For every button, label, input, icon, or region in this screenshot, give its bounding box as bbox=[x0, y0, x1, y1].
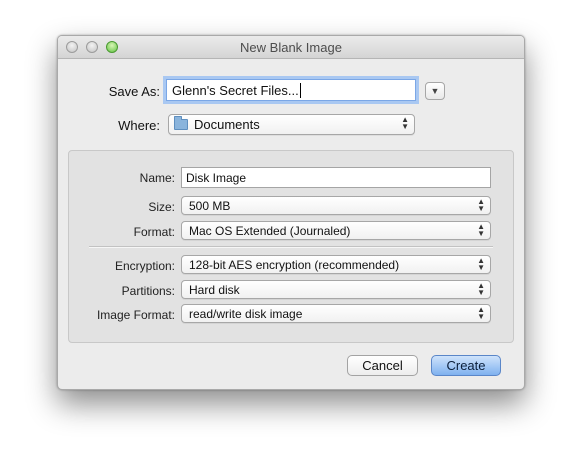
save-as-input[interactable]: Glenn's Secret Files... bbox=[166, 79, 416, 101]
partitions-label: Partitions: bbox=[121, 284, 175, 298]
where-popup[interactable]: Documents ▲ ▼ bbox=[168, 114, 415, 135]
where-label: Where: bbox=[118, 118, 160, 133]
up-down-arrows-icon: ▲ ▼ bbox=[477, 281, 485, 297]
encryption-popup[interactable]: 128-bit AES encryption (recommended) ▲ ▼ bbox=[181, 255, 491, 274]
up-down-arrows-icon: ▲ ▼ bbox=[477, 305, 485, 321]
encryption-label: Encryption: bbox=[114, 259, 175, 273]
save-as-value: Glenn's Secret Files... bbox=[172, 83, 299, 98]
image-format-value: read/write disk image bbox=[189, 307, 303, 321]
save-as-label: Save As: bbox=[108, 84, 160, 99]
up-down-arrows-icon: ▲ ▼ bbox=[477, 197, 485, 213]
partitions-value: Hard disk bbox=[189, 283, 240, 297]
name-label: Name: bbox=[139, 171, 175, 185]
title-bar[interactable]: New Blank Image bbox=[58, 36, 524, 59]
image-format-popup[interactable]: read/write disk image ▲ ▼ bbox=[181, 304, 491, 323]
format-popup[interactable]: Mac OS Extended (Journaled) ▲ ▼ bbox=[181, 221, 491, 240]
where-value: Documents bbox=[194, 117, 260, 132]
folder-icon bbox=[174, 116, 188, 130]
format-label: Format: bbox=[133, 225, 175, 239]
name-value: Disk Image bbox=[186, 171, 247, 185]
chevron-down-icon: ▼ bbox=[430, 86, 440, 96]
up-down-arrows-icon: ▲ ▼ bbox=[401, 115, 409, 131]
up-down-arrows-icon: ▲ ▼ bbox=[477, 222, 485, 238]
format-value: Mac OS Extended (Journaled) bbox=[189, 224, 351, 238]
cancel-button[interactable]: Cancel bbox=[347, 355, 418, 376]
partitions-popup[interactable]: Hard disk ▲ ▼ bbox=[181, 280, 491, 299]
up-down-arrows-icon: ▲ ▼ bbox=[477, 256, 485, 272]
create-button[interactable]: Create bbox=[431, 355, 501, 376]
window-title: New Blank Image bbox=[240, 40, 342, 55]
text-cursor bbox=[299, 83, 301, 98]
new-blank-image-dialog: New Blank Image Save As: Glenn's Secret … bbox=[57, 35, 525, 390]
name-input[interactable]: Disk Image bbox=[181, 167, 491, 188]
image-format-label: Image Format: bbox=[96, 308, 175, 322]
size-popup[interactable]: 500 MB ▲ ▼ bbox=[181, 196, 491, 215]
size-value: 500 MB bbox=[189, 199, 231, 213]
expand-button[interactable]: ▼ bbox=[425, 82, 445, 100]
encryption-value: 128-bit AES encryption (recommended) bbox=[189, 258, 400, 272]
size-label: Size: bbox=[148, 200, 175, 214]
separator bbox=[89, 246, 493, 248]
